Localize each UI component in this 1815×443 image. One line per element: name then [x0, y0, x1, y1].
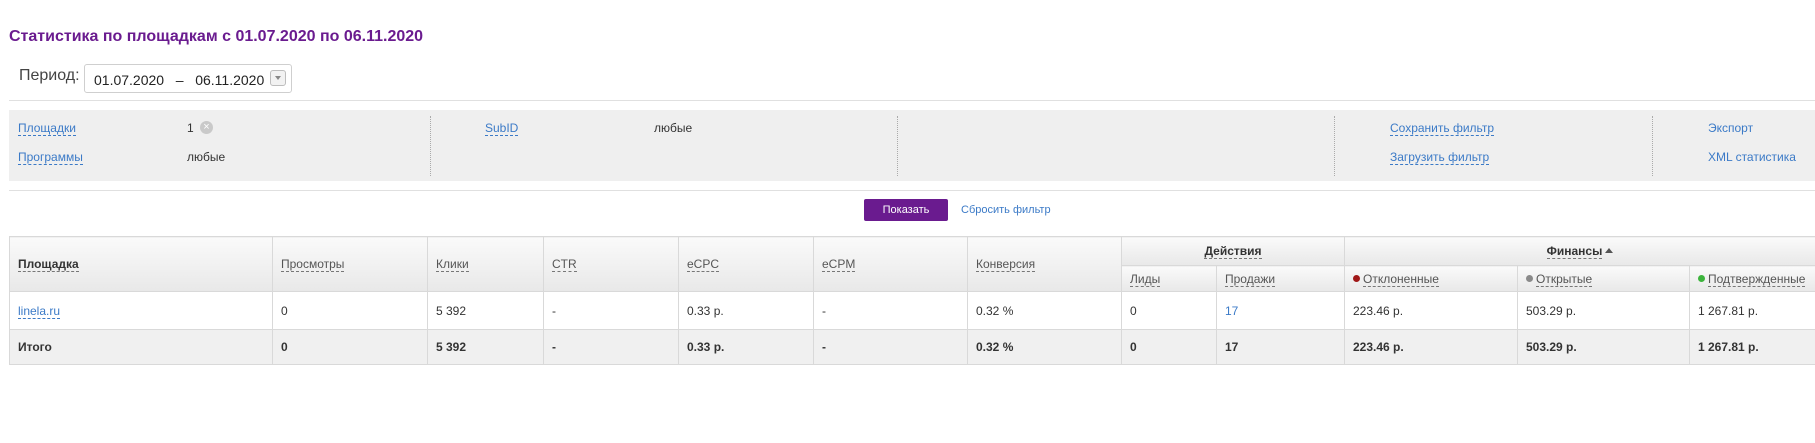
col-open-header[interactable]: Открытые: [1517, 265, 1690, 292]
reset-filter-link[interactable]: Сбросить фильтр: [961, 204, 1051, 216]
sort-up-icon: [1605, 248, 1614, 253]
period-label: Период:: [19, 67, 80, 84]
stats-table-wrap: Площадка Просмотры Клики CTR eCPC eCPM К…: [9, 236, 1815, 365]
period-to: 06.11.2020: [195, 72, 265, 88]
col-ctr-header[interactable]: CTR: [543, 236, 679, 292]
cell-open: 503.29 р.: [1517, 291, 1690, 330]
cell-sales: 17: [1216, 329, 1345, 365]
filter-platforms-link[interactable]: Площадки: [18, 121, 76, 136]
filter-divider: [897, 116, 898, 176]
period-from: 01.07.2020: [94, 72, 165, 88]
col-platform-header[interactable]: Площадка: [9, 236, 273, 292]
xml-stats-link[interactable]: XML статистика: [1708, 150, 1796, 164]
period-separator: –: [175, 72, 184, 88]
cell-open: 503.29 р.: [1517, 329, 1690, 365]
load-filter-link[interactable]: Загрузить фильтр: [1390, 150, 1490, 165]
cell-ecpc: 0.33 р.: [678, 329, 814, 365]
filter-platforms-value: 1: [187, 121, 194, 135]
col-clicks-header[interactable]: Клики: [427, 236, 544, 292]
cell-ecpm: -: [813, 329, 968, 365]
cell-ecpm: -: [813, 291, 968, 330]
sales-link[interactable]: 17: [1225, 304, 1238, 318]
period-dates: 01.07.2020 – 06.11.2020: [94, 72, 264, 88]
finance-group-header[interactable]: Финансы: [1344, 236, 1815, 266]
cell-ctr: -: [543, 329, 679, 365]
cell-clicks: 5 392: [427, 329, 544, 365]
confirmed-status-icon: [1698, 274, 1705, 282]
chevron-down-icon[interactable]: [270, 70, 286, 86]
table-row: linela.ru 0 5 392 - 0.33 р. - 0.32 % 0 1…: [9, 291, 1815, 330]
save-filter-link[interactable]: Сохранить фильтр: [1390, 121, 1495, 136]
filter-subid-link[interactable]: SubID: [485, 121, 519, 136]
cell-ecpc: 0.33 р.: [678, 291, 814, 330]
cell-confirmed: 1 267.81 р.: [1689, 329, 1815, 365]
cell-rejected: 223.46 р.: [1344, 329, 1518, 365]
cell-leads: 0: [1121, 329, 1217, 365]
divider: [9, 100, 1815, 101]
filter-programs-value: любые: [187, 150, 226, 164]
col-conversion-header[interactable]: Конверсия: [967, 236, 1122, 292]
filter-programs-link[interactable]: Программы: [18, 150, 83, 165]
rejected-status-icon: [1353, 274, 1360, 282]
filter-divider: [1652, 116, 1653, 176]
cell-confirmed: 1 267.81 р.: [1689, 291, 1815, 330]
platform-link[interactable]: linela.ru: [18, 303, 61, 319]
divider: [9, 190, 1815, 191]
cell-views: 0: [272, 329, 428, 365]
cell-ctr: -: [543, 291, 679, 330]
cell-sales: 17: [1216, 291, 1345, 330]
period-picker[interactable]: 01.07.2020 – 06.11.2020: [84, 64, 292, 93]
cell-views: 0: [272, 291, 428, 330]
export-link[interactable]: Экспорт: [1708, 121, 1753, 135]
filter-subid-value: любые: [654, 121, 693, 135]
filter-panel: Площадки 1 × Программы любые SubID любые…: [9, 110, 1815, 181]
col-sales-header[interactable]: Продажи: [1216, 265, 1345, 292]
col-confirmed-header[interactable]: Подтвержденные: [1689, 265, 1815, 292]
stats-table: Площадка Просмотры Клики CTR eCPC eCPM К…: [9, 236, 1815, 365]
actions-group-header[interactable]: Действия: [1121, 236, 1345, 266]
cell-conversion: 0.32 %: [967, 291, 1122, 330]
clear-icon[interactable]: ×: [200, 121, 213, 134]
cell-platform: Итого: [9, 329, 273, 365]
col-views-header[interactable]: Просмотры: [272, 236, 428, 292]
cell-conversion: 0.32 %: [967, 329, 1122, 365]
total-row: Итого 0 5 392 - 0.33 р. - 0.32 % 0 17 22…: [9, 329, 1815, 365]
cell-leads: 0: [1121, 291, 1217, 330]
open-status-icon: [1526, 274, 1533, 282]
col-ecpm-header[interactable]: eCPM: [813, 236, 968, 292]
page-title: Статистика по площадкам с 01.07.2020 по …: [9, 28, 424, 45]
show-button[interactable]: Показать: [864, 199, 948, 221]
col-rejected-header[interactable]: Отклоненные: [1344, 265, 1518, 292]
cell-clicks: 5 392: [427, 291, 544, 330]
cell-rejected: 223.46 р.: [1344, 291, 1518, 330]
col-leads-header[interactable]: Лиды: [1121, 265, 1217, 292]
col-ecpc-header[interactable]: eCPC: [678, 236, 814, 292]
filter-divider: [430, 116, 431, 176]
cell-platform: linela.ru: [9, 291, 273, 330]
filter-divider: [1334, 116, 1335, 176]
